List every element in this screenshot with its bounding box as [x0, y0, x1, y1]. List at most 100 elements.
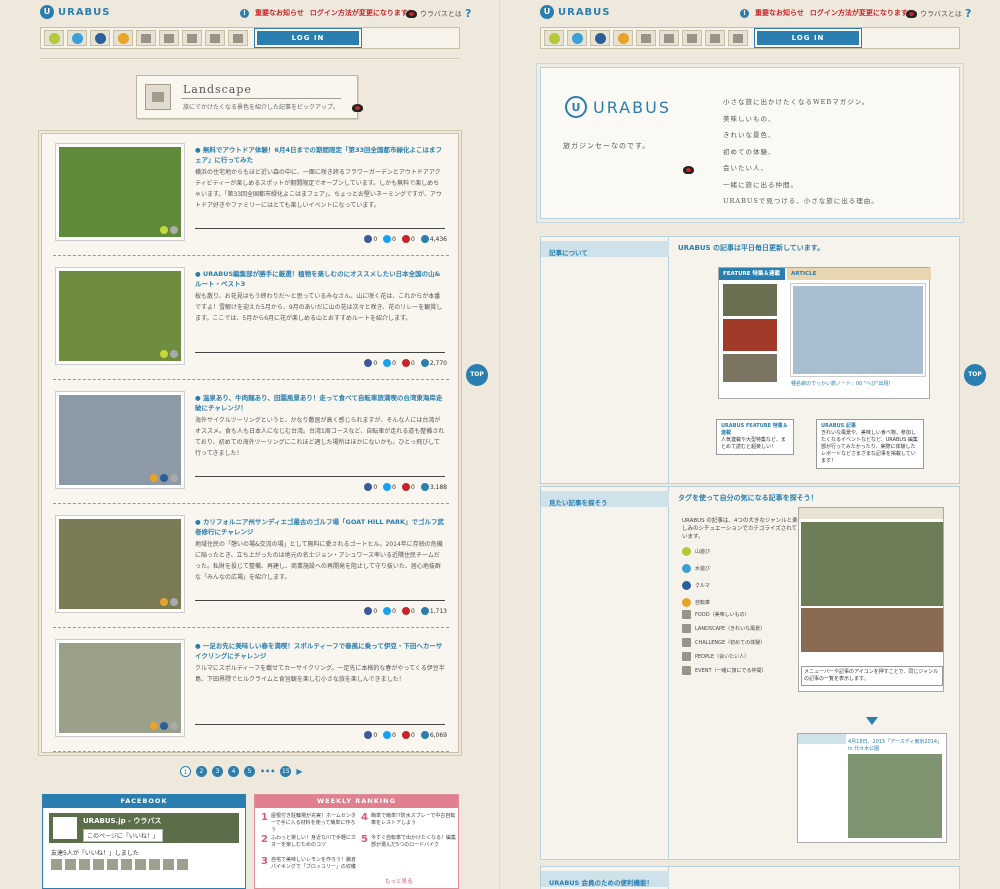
nav-landscape-icon[interactable]: [159, 30, 179, 46]
notice-text[interactable]: ログイン方法が変更になります！: [310, 8, 415, 18]
article-card[interactable]: ● カリフォルニア州サンディエゴ最古のゴルフ場「GOAT HILL PARK」で…: [53, 506, 449, 630]
tag-landscape[interactable]: LANDSCAPE（きれいな風景）: [682, 624, 765, 633]
nav-food-icon[interactable]: [136, 30, 156, 46]
site-logo[interactable]: U URABUS: [540, 5, 611, 19]
facebook-icon[interactable]: [364, 483, 373, 491]
nav-people-icon[interactable]: [205, 30, 225, 46]
rank-text[interactable]: ふわっと楽しい！身近な川で手軽にカヌーを楽しむためのコツ: [271, 835, 356, 849]
article-title[interactable]: ● URABUS編集部が勝手に厳選！植物を楽しむのにオススメしたい日本全国の山&…: [195, 269, 445, 289]
article-thumbnail[interactable]: [56, 516, 184, 612]
nav-people-icon[interactable]: [705, 30, 725, 46]
twitter-icon[interactable]: [383, 359, 392, 367]
article-card[interactable]: ● 無料でアウトドア体験！6月4日までの期間限定「第33回全国都市緑化よこはまフ…: [53, 134, 449, 258]
notice-text[interactable]: ログイン方法が変更になります！: [810, 8, 915, 18]
nav-bicycle-icon[interactable]: [113, 30, 133, 46]
article-thumbnail[interactable]: [56, 268, 184, 364]
facebook-like-button[interactable]: このページに「いいね！」: [83, 829, 163, 842]
ranking-item[interactable]: 4 簡単で簡単!?防水スプレーで中古自転車をレストアしよう: [361, 813, 456, 827]
pocket-icon[interactable]: [401, 483, 410, 491]
rank-text[interactable]: 屋根付き駐輪場が充実！ホームセンターで手に入る材料を使って簡単に作ろう: [271, 813, 356, 834]
landscape-icon: [145, 84, 171, 110]
facebook-icon[interactable]: [364, 607, 373, 615]
login-button[interactable]: LOG IN: [254, 28, 362, 48]
tag-people[interactable]: PEOPLE（会いたい人）: [682, 652, 749, 661]
pocket-icon[interactable]: [401, 235, 410, 243]
nav-event-icon[interactable]: [228, 30, 248, 46]
ranking-more-link[interactable]: もっと見る: [385, 877, 413, 885]
nav-car-icon[interactable]: [590, 30, 610, 46]
tag-challenge[interactable]: CHALLENGE（初めての体験）: [682, 638, 765, 647]
article-title[interactable]: ● 一足お先に美味しい春を満喫！スポルティーフで春風に乗って伊豆・下田へカーサイ…: [195, 641, 445, 661]
nav-challenge-icon[interactable]: [182, 30, 202, 46]
facebook-icon[interactable]: [364, 731, 373, 739]
article-title[interactable]: ● 無料でアウトドア体験！6月4日までの期間限定「第33回全国都市緑化よこはまフ…: [195, 145, 445, 165]
article-title[interactable]: ● 温泉あり、牛肉麺あり、田園風景あり！走って食べて自転車旅満喫の台湾東海岸走破…: [195, 393, 445, 413]
article-title[interactable]: ● カリフォルニア州サンディエゴ最古のゴルフ場「GOAT HILL PARK」で…: [195, 517, 445, 537]
facebook-icon[interactable]: [364, 235, 373, 243]
rank-text[interactable]: 自宅で美味しいレモンを作ろう！鎌倉パイキングで「ブロッコリー」の収穫: [271, 857, 356, 871]
login-button[interactable]: LOG IN: [754, 28, 862, 48]
page-link[interactable]: 1: [180, 766, 191, 777]
twitter-icon[interactable]: [383, 607, 392, 615]
what-is-urabus[interactable]: ウラバスとは ?: [906, 7, 971, 20]
article-card[interactable]: ● URABUS編集部が勝手に厳選！植物を楽しむのにオススメしたい日本全国の山&…: [53, 258, 449, 382]
tag-water[interactable]: 水遊び: [682, 564, 710, 573]
page-link[interactable]: 4: [228, 766, 239, 777]
ranking-item[interactable]: 3 自宅で美味しいレモンを作ろう！鎌倉パイキングで「ブロッコリー」の収穫: [261, 857, 356, 871]
page-link[interactable]: 3: [212, 766, 223, 777]
nav-car-icon[interactable]: [90, 30, 110, 46]
twitter-icon[interactable]: [383, 235, 392, 243]
article-thumbnail[interactable]: [56, 144, 184, 240]
food-icon: [682, 610, 691, 619]
page-link[interactable]: 5: [244, 766, 255, 777]
notice[interactable]: ! 重要なお知らせ ログイン方法が変更になります！: [240, 8, 415, 18]
twitter-icon[interactable]: [383, 731, 392, 739]
rank-text[interactable]: 今すぐ自転車で出かけたくなる！編集部が選んだ5つのロードバイク: [371, 835, 456, 849]
nav-bicycle-icon[interactable]: [613, 30, 633, 46]
tag-car[interactable]: クルマ: [682, 581, 710, 590]
page-link-last[interactable]: 15: [280, 766, 292, 777]
hatena-icon[interactable]: [420, 235, 429, 243]
nav-food-icon[interactable]: [636, 30, 656, 46]
ranking-item[interactable]: 1 屋根付き駐輪場が充実！ホームセンターで手に入る材料を使って簡単に作ろう: [261, 813, 356, 834]
facebook-icon[interactable]: [364, 359, 373, 367]
nav-challenge-icon[interactable]: [682, 30, 702, 46]
pocket-icon[interactable]: [401, 607, 410, 615]
nav-mountain-icon[interactable]: [544, 30, 564, 46]
nav-water-icon[interactable]: [567, 30, 587, 46]
hatena-icon[interactable]: [420, 731, 429, 739]
next-page-icon[interactable]: ▶: [296, 767, 302, 776]
back-to-top-button[interactable]: TOP: [466, 364, 488, 386]
nav-event-icon[interactable]: [728, 30, 748, 46]
article-card[interactable]: ● 一足お先に美味しい春を満喫！スポルティーフで春風に乗って伊豆・下田へカーサイ…: [53, 630, 449, 754]
tag-mountain[interactable]: 山遊び: [682, 547, 710, 556]
facebook-page-name[interactable]: URABUS.jp - ウラバス: [83, 816, 161, 826]
tag-event[interactable]: EVENT（一緒に旅にでる仲間）: [682, 666, 767, 675]
pocket-icon[interactable]: [401, 731, 410, 739]
what-is-urabus[interactable]: ウラバスとは ?: [406, 7, 471, 20]
tag-food[interactable]: FOOD（美味しいもの）: [682, 610, 750, 619]
article-thumbnail[interactable]: [56, 640, 184, 736]
notice-label[interactable]: 重要なお知らせ: [755, 8, 804, 18]
twitter-icon[interactable]: [383, 483, 392, 491]
nav-water-icon[interactable]: [67, 30, 87, 46]
notice[interactable]: ! 重要なお知らせ ログイン方法が変更になります！: [740, 8, 915, 18]
nav-landscape-icon[interactable]: [659, 30, 679, 46]
back-to-top-button[interactable]: TOP: [964, 364, 986, 386]
page-link[interactable]: 2: [196, 766, 207, 777]
pocket-icon[interactable]: [401, 359, 410, 367]
article-thumbnail[interactable]: [56, 392, 184, 488]
hatena-icon[interactable]: [420, 359, 429, 367]
ranking-item[interactable]: 2 ふわっと楽しい！身近な川で手軽にカヌーを楽しむためのコツ: [261, 835, 356, 849]
hatena-icon[interactable]: [420, 483, 429, 491]
tag-bicycle[interactable]: 自転車: [682, 598, 710, 607]
bicycle-icon: [682, 598, 691, 607]
article-card[interactable]: ● 温泉あり、牛肉麺あり、田園風景あり！走って食べて自転車旅満喫の台湾東海岸走破…: [53, 382, 449, 506]
nav-mountain-icon[interactable]: [44, 30, 64, 46]
notice-label[interactable]: 重要なお知らせ: [255, 8, 304, 18]
site-logo[interactable]: U URABUS: [40, 5, 111, 19]
hatena-icon[interactable]: [420, 607, 429, 615]
ranking-item[interactable]: 5 今すぐ自転車で出かけたくなる！編集部が選んだ5つのロードバイク: [361, 835, 456, 849]
facebook-page-banner[interactable]: URABUS.jp - ウラバス このページに「いいね！」: [49, 813, 239, 843]
rank-text[interactable]: 簡単で簡単!?防水スプレーで中古自転車をレストアしよう: [371, 813, 456, 827]
